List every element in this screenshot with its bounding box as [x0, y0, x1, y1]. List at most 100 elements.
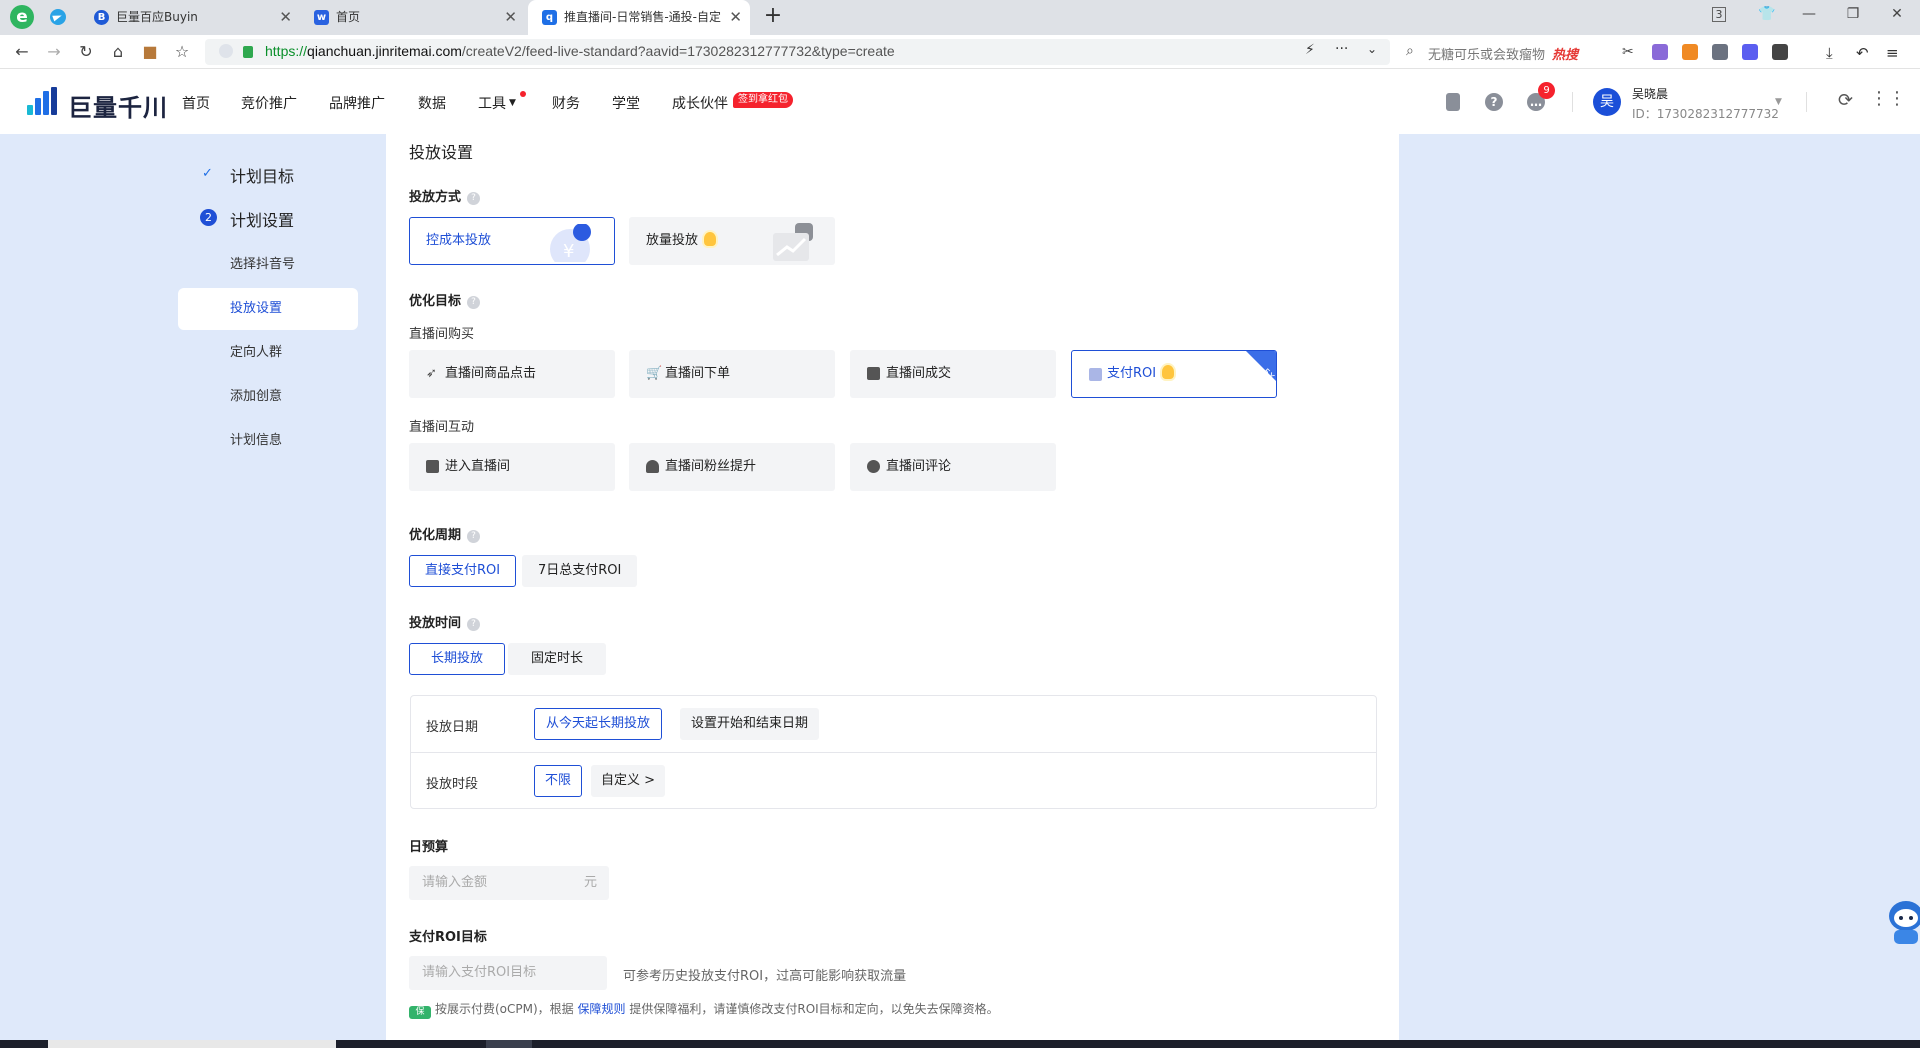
chevron-down-icon[interactable]: ⌄	[1367, 42, 1377, 56]
search-box[interactable]: ⌕ 无糖可乐或会致瘤物 热搜	[1400, 39, 1620, 65]
telegram-icon[interactable]	[50, 9, 66, 25]
group-live-purchase: 直播间购买	[409, 327, 475, 342]
briefcase-icon[interactable]: ■	[140, 42, 160, 61]
date-set-range[interactable]: 设置开始和结束日期	[680, 708, 820, 740]
favorites-icon[interactable]: ☆	[172, 42, 192, 61]
browser-tabbar: e B 巨量百应Buyin ✕ w 首页 ✕ q 推直播间-日常销售-通投-自定…	[0, 0, 1920, 35]
game-icon[interactable]	[1682, 44, 1698, 60]
url-input[interactable]: https://qianchuan.jinritemai.com/createV…	[205, 39, 1390, 65]
goal-fans-up[interactable]: 直播间粉丝提升	[629, 443, 835, 491]
browser-tab-home[interactable]: w 首页 ✕	[300, 0, 525, 35]
minimize-icon[interactable]: —	[1798, 6, 1820, 22]
close-icon[interactable]: ✕	[729, 0, 742, 35]
home-icon[interactable]: ⌂	[108, 42, 128, 61]
mode-cost-control[interactable]: 控成本投放 ¥	[409, 217, 615, 265]
taskbar-item[interactable]	[48, 1040, 336, 1048]
time-long-term[interactable]: 长期投放	[409, 643, 506, 675]
url-text: https://qianchuan.jinritemai.com/createV…	[265, 43, 895, 59]
step-plan-goal[interactable]: ✓ 计划目标	[178, 163, 294, 187]
taskbar-item[interactable]	[486, 1040, 532, 1048]
comment-icon	[867, 460, 880, 473]
site-info-icon[interactable]	[219, 44, 233, 58]
date-from-today[interactable]: 从今天起长期投放	[534, 708, 663, 740]
assistant-robot-icon[interactable]	[1884, 898, 1920, 948]
slot-unlimited[interactable]: 不限	[534, 765, 583, 797]
tab-title: 推直播间-日常销售-通投-自定	[564, 10, 721, 24]
translate-icon[interactable]	[1652, 44, 1668, 60]
download-icon[interactable]: ⤓	[1826, 44, 1842, 62]
mode-volume[interactable]: 放量投放	[629, 217, 835, 265]
scissors-icon[interactable]: ✂	[1622, 44, 1638, 60]
restore-icon[interactable]: ❐	[1842, 6, 1864, 22]
roi-placeholder: 请输入支付ROI目标	[422, 965, 537, 980]
nav-finance[interactable]: 财务	[552, 93, 580, 113]
goal-comment[interactable]: 直播间评论	[850, 443, 1056, 491]
nav-home[interactable]: 首页	[182, 93, 210, 113]
more-icon[interactable]: ···	[1335, 41, 1348, 57]
roi-icon	[1089, 368, 1102, 381]
refresh-settings-icon[interactable]: ⟳	[1838, 90, 1853, 111]
goal-order[interactable]: 🛒 直播间下单	[629, 350, 835, 398]
help-icon[interactable]: ?	[467, 530, 481, 543]
sidebar-item-douyin-account[interactable]: 选择抖音号	[178, 244, 358, 286]
user-name[interactable]: 吴晓晨	[1632, 85, 1668, 102]
browser-tab-active[interactable]: q 推直播间-日常销售-通投-自定 ✕	[528, 0, 750, 35]
settings-card	[386, 134, 1399, 1048]
slot-custom[interactable]: 自定义 >	[591, 765, 666, 797]
step-plan-settings[interactable]: 2 计划设置	[178, 207, 294, 231]
goal-pay-roi[interactable]: 支付ROI 5X	[1071, 350, 1277, 398]
guarantee-rules-link[interactable]: 保障规则	[578, 1002, 626, 1016]
close-icon[interactable]: ✕	[279, 0, 292, 35]
back-icon[interactable]: ←	[12, 42, 32, 61]
avatar[interactable]: 吴	[1593, 88, 1621, 116]
roi-input[interactable]: 请输入支付ROI目标	[409, 956, 607, 990]
help-icon[interactable]: ?	[467, 618, 481, 631]
nav-data[interactable]: 数据	[418, 93, 446, 113]
video-icon[interactable]	[1742, 44, 1758, 60]
forward-icon[interactable]: →	[44, 42, 64, 61]
logo-icon[interactable]	[27, 87, 59, 115]
lightning-icon[interactable]: ⚡	[1305, 42, 1315, 58]
nav-brand[interactable]: 品牌推广	[329, 93, 385, 113]
menu-icon[interactable]: ≡	[1886, 44, 1902, 62]
sidebar-item-plan-info[interactable]: 计划信息	[178, 420, 358, 462]
close-icon[interactable]: ✕	[504, 0, 517, 35]
sidebar-item-creative[interactable]: 添加创意	[178, 376, 358, 418]
budget-input[interactable]: 请输入金额 元	[409, 866, 609, 900]
delivery-mode-label: 投放方式?	[409, 186, 481, 205]
apps-icon[interactable]	[1772, 44, 1788, 60]
help-icon[interactable]: ?	[467, 192, 481, 205]
hot-search-label[interactable]: 热搜	[1552, 44, 1578, 63]
nav-bidding[interactable]: 竞价推广	[241, 93, 297, 113]
browser-logo-icon[interactable]: e	[10, 5, 34, 29]
new-tab-button[interactable]: +	[760, 3, 786, 28]
grid-menu-icon[interactable]: ⋮⋮	[1870, 88, 1906, 109]
roi-label: 支付ROI目标	[409, 930, 487, 945]
divider	[1806, 92, 1807, 112]
help-icon[interactable]: ?	[1485, 93, 1503, 111]
sidebar-item-delivery-settings[interactable]: 投放设置	[178, 288, 358, 330]
browser-tab-buyin[interactable]: B 巨量百应Buyin ✕	[80, 0, 300, 35]
period-7day-roi[interactable]: 7日总支付ROI	[522, 555, 638, 587]
document-icon[interactable]	[1446, 93, 1460, 111]
nav-academy[interactable]: 学堂	[612, 93, 640, 113]
divider	[1572, 92, 1573, 112]
tab-count-icon[interactable]: 3	[1712, 7, 1726, 22]
sidebar-item-audience[interactable]: 定向人群	[178, 332, 358, 374]
reload-icon[interactable]: ↻	[76, 42, 96, 61]
goal-product-click[interactable]: ➶ 直播间商品点击	[409, 350, 615, 398]
goal-enter-live[interactable]: 进入直播间	[409, 443, 615, 491]
caret-down-icon[interactable]: ▼	[1775, 97, 1782, 107]
time-fixed[interactable]: 固定时长	[508, 643, 607, 675]
nav-badge[interactable]: 签到拿红包	[733, 92, 793, 108]
goal-deal[interactable]: 直播间成交	[850, 350, 1056, 398]
shirt-icon[interactable]: 👕	[1756, 6, 1778, 22]
nav-growth[interactable]: 成长伙伴	[672, 93, 728, 113]
help-icon[interactable]: ?	[467, 296, 481, 309]
close-window-icon[interactable]: ✕	[1886, 6, 1908, 22]
period-direct-roi[interactable]: 直接支付ROI	[409, 555, 517, 587]
nav-tools[interactable]: 工具	[478, 93, 506, 113]
logo-text[interactable]: 巨量千川	[68, 88, 168, 123]
undo-icon[interactable]: ↶	[1856, 44, 1872, 62]
chat-icon[interactable]	[1712, 44, 1728, 60]
